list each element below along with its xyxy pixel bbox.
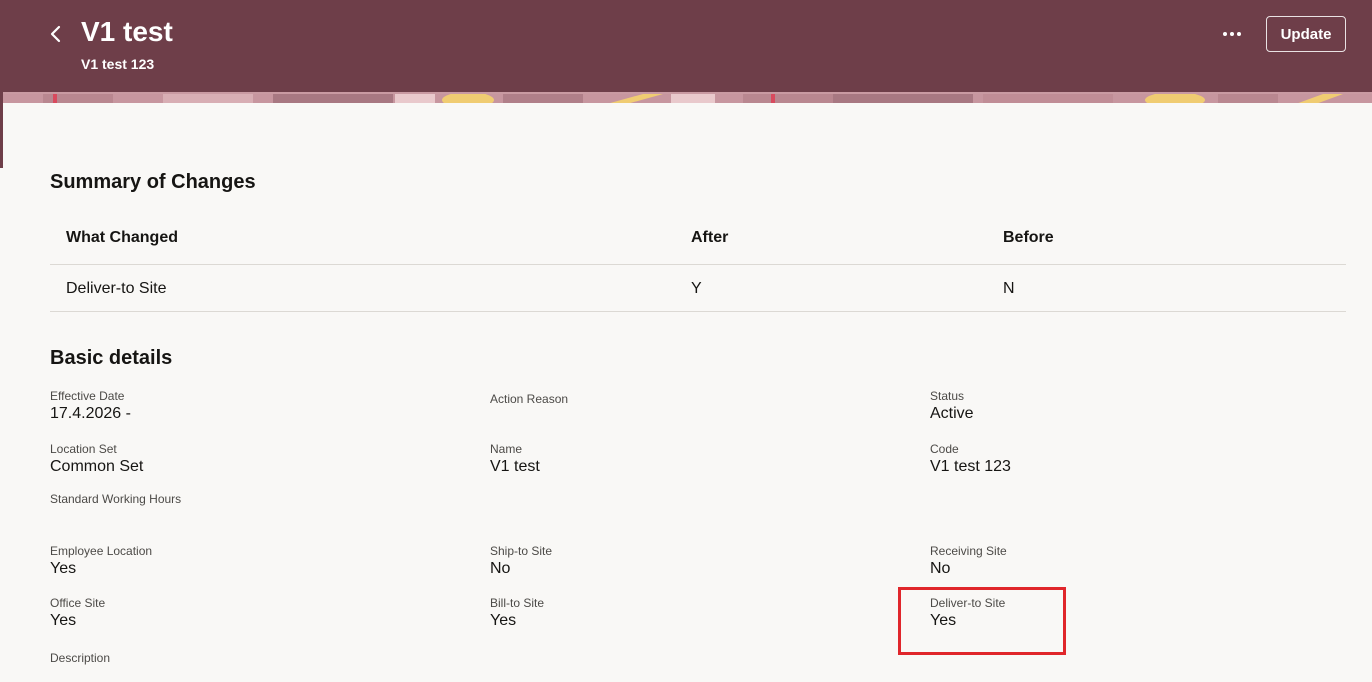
code-value: V1 test 123	[930, 458, 1011, 475]
column-header-what-changed: What Changed	[66, 229, 178, 246]
back-button[interactable]	[44, 22, 68, 46]
update-button[interactable]: Update	[1266, 16, 1346, 52]
bill-to-site-label: Bill-to Site	[490, 596, 545, 610]
effective-date-label: Effective Date	[50, 389, 125, 403]
effective-date-value: 17.4.2026 -	[50, 405, 131, 422]
chevron-left-icon	[50, 25, 61, 43]
action-reason-label: Action Reason	[490, 392, 569, 406]
location-set-value: Common Set	[50, 458, 144, 475]
column-header-before: Before	[1003, 229, 1054, 246]
table-cell-after: Y	[691, 280, 702, 297]
office-site-value: Yes	[50, 612, 77, 629]
highlight-box	[898, 587, 1066, 655]
employee-location-value: Yes	[50, 560, 77, 577]
description-label: Description	[50, 651, 111, 665]
banner-pattern	[3, 92, 1372, 103]
table-cell-what-changed: Deliver-to Site	[66, 280, 167, 297]
column-header-after: After	[691, 229, 729, 246]
location-set-label: Location Set	[50, 442, 117, 456]
more-actions-button[interactable]	[1216, 20, 1248, 48]
basic-details-title: Basic details	[50, 347, 173, 369]
table-row-divider	[50, 311, 1346, 312]
ship-to-site-label: Ship-to Site	[490, 544, 553, 558]
ship-to-site-value: No	[490, 560, 511, 577]
table-header-divider	[50, 264, 1346, 265]
page-title: V1 test	[81, 16, 173, 47]
bill-to-site-value: Yes	[490, 612, 517, 629]
decorative-banner	[3, 92, 1372, 103]
name-label: Name	[490, 442, 523, 456]
page-subtitle: V1 test 123	[81, 56, 155, 72]
status-value: Active	[930, 405, 974, 422]
office-site-label: Office Site	[50, 596, 106, 610]
more-horizontal-icon	[1223, 32, 1241, 36]
employee-location-label: Employee Location	[50, 544, 153, 558]
status-label: Status	[930, 389, 965, 403]
table-cell-before: N	[1003, 280, 1015, 297]
page-header: V1 test V1 test 123 Update	[0, 0, 1372, 92]
code-label: Code	[930, 442, 959, 456]
receiving-site-value: No	[930, 560, 951, 577]
name-value: V1 test	[490, 458, 540, 475]
receiving-site-label: Receiving Site	[930, 544, 1007, 558]
summary-title: Summary of Changes	[50, 171, 256, 193]
standard-working-hours-label: Standard Working Hours	[50, 492, 182, 506]
